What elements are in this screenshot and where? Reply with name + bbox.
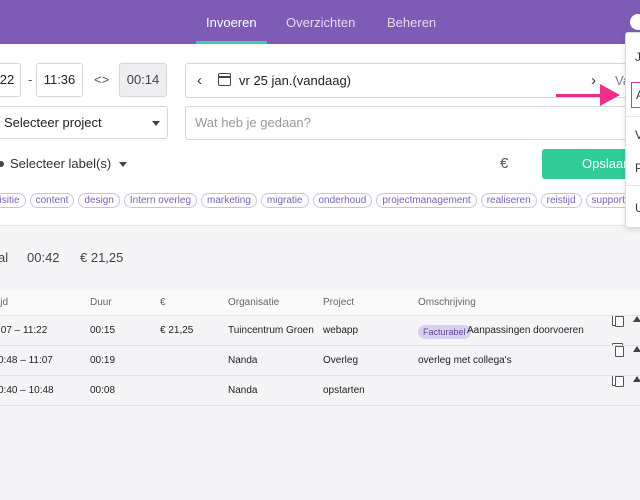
row-project: webapp	[323, 325, 359, 336]
annotation-arrow-line	[556, 94, 604, 97]
tab-beheren[interactable]: Beheren	[387, 0, 436, 44]
time-separator: -	[28, 72, 33, 87]
calendar-icon[interactable]	[218, 73, 231, 86]
row-time: 0:48 – 11:07	[0, 355, 53, 366]
row-duration: 00:15	[90, 325, 116, 336]
total-duration: 00:42	[27, 250, 60, 265]
column-header-amount: €	[160, 297, 166, 308]
row-time: :07 – 11:22	[0, 325, 48, 336]
tag-chip[interactable]: content	[29, 193, 75, 208]
date-navigator: ‹ vr 25 jan.(vandaag) › Va	[185, 63, 640, 98]
next-day-button[interactable]: ›	[591, 64, 596, 97]
tag-chip[interactable]: design	[78, 193, 120, 208]
start-time-input[interactable]: 22	[0, 63, 21, 97]
label-dot-icon	[0, 161, 4, 167]
label-select-text: Selecteer label(s)	[10, 156, 112, 171]
table-row[interactable]: 0:40 – 10:48 00:08 Nanda opstarten	[0, 373, 640, 406]
column-header-duration: Duur	[90, 297, 112, 308]
row-action-icon[interactable]	[633, 376, 640, 382]
end-time-input[interactable]: 11:36	[36, 63, 83, 97]
row-description: Aanpassingen doorvoeren	[467, 325, 584, 336]
row-action-icon[interactable]	[633, 316, 640, 322]
description-input[interactable]: Wat heb je gedaan?	[185, 106, 640, 140]
copy-icon[interactable]	[612, 313, 624, 327]
label-select[interactable]: Selecteer label(s)	[0, 156, 127, 171]
menu-item[interactable]: P	[635, 161, 640, 175]
menu-item[interactable]: J	[635, 50, 640, 64]
swap-times-icon[interactable]: <>	[94, 72, 109, 87]
row-organisation: Nanda	[228, 355, 258, 366]
tag-list: uisitie content design Intern overleg ma…	[0, 193, 640, 208]
menu-item[interactable]: U	[635, 201, 640, 215]
row-organisation: Nanda	[228, 385, 258, 396]
top-navigation: Invoeren Overzichten Beheren	[0, 0, 640, 44]
copy-icon[interactable]	[612, 343, 624, 357]
total-amount: € 21,25	[80, 250, 124, 265]
chevron-down-icon	[119, 162, 127, 167]
tag-chip[interactable]: onderhoud	[312, 193, 373, 208]
column-header-organisation: Organisatie	[228, 297, 280, 308]
user-avatar-icon[interactable]	[630, 14, 640, 30]
tag-chip[interactable]: realiseren	[480, 193, 537, 208]
table-row[interactable]: :07 – 11:22 00:15 € 21,25 Tuincentrum Gr…	[0, 313, 640, 346]
tag-chip[interactable]: migratie	[260, 193, 309, 208]
currency-toggle[interactable]: €	[500, 155, 508, 172]
row-action-icon[interactable]	[633, 346, 640, 352]
row-duration: 00:19	[90, 355, 116, 366]
billable-badge: Facturabel	[418, 325, 471, 339]
menu-item-highlighted[interactable]: A	[631, 82, 640, 108]
menu-item[interactable]: V	[635, 128, 640, 142]
project-select-label: Selecteer project	[4, 115, 102, 130]
tag-chip[interactable]: uisitie	[0, 193, 26, 208]
column-header-project: Project	[323, 297, 355, 308]
table-row[interactable]: 0:48 – 11:07 00:19 Nanda Overleg overleg…	[0, 343, 640, 376]
previous-day-button[interactable]: ‹	[197, 64, 202, 97]
copy-icon[interactable]	[612, 373, 624, 387]
row-duration: 00:08	[90, 385, 116, 396]
chevron-down-icon	[152, 121, 160, 126]
dropdown-menu: J A V P U	[625, 32, 640, 228]
tab-invoeren[interactable]: Invoeren	[196, 0, 267, 44]
row-organisation: Tuincentrum Groen	[228, 325, 314, 336]
duration-field[interactable]: 00:14	[119, 63, 167, 97]
menu-divider	[626, 116, 640, 117]
tag-chip[interactable]: marketing	[201, 193, 257, 208]
row-project: opstarten	[323, 385, 365, 396]
tag-chip[interactable]: Intern overleg	[123, 193, 198, 208]
project-select[interactable]: Selecteer project	[0, 106, 168, 139]
entries-table: ijd Duur € Organisatie Project Omschrijv…	[0, 290, 640, 406]
tag-chip[interactable]: reistijd	[540, 193, 582, 208]
row-amount: € 21,25	[160, 325, 194, 336]
row-description: overleg met collega's	[418, 355, 512, 366]
annotation-arrow-icon	[600, 84, 620, 106]
row-project: Overleg	[323, 355, 359, 366]
column-header-description: Omschrijving	[418, 297, 476, 308]
column-header-time: ijd	[0, 297, 9, 308]
tag-chip[interactable]: projectmanagement	[376, 193, 477, 208]
table-header: ijd Duur € Organisatie Project Omschrijv…	[0, 290, 640, 316]
tab-overzichten[interactable]: Overzichten	[286, 0, 355, 44]
totals-label: al	[0, 250, 9, 265]
date-label[interactable]: vr 25 jan.(vandaag)	[239, 64, 351, 97]
row-time: 0:40 – 10:48	[0, 385, 54, 396]
menu-divider	[626, 185, 640, 186]
